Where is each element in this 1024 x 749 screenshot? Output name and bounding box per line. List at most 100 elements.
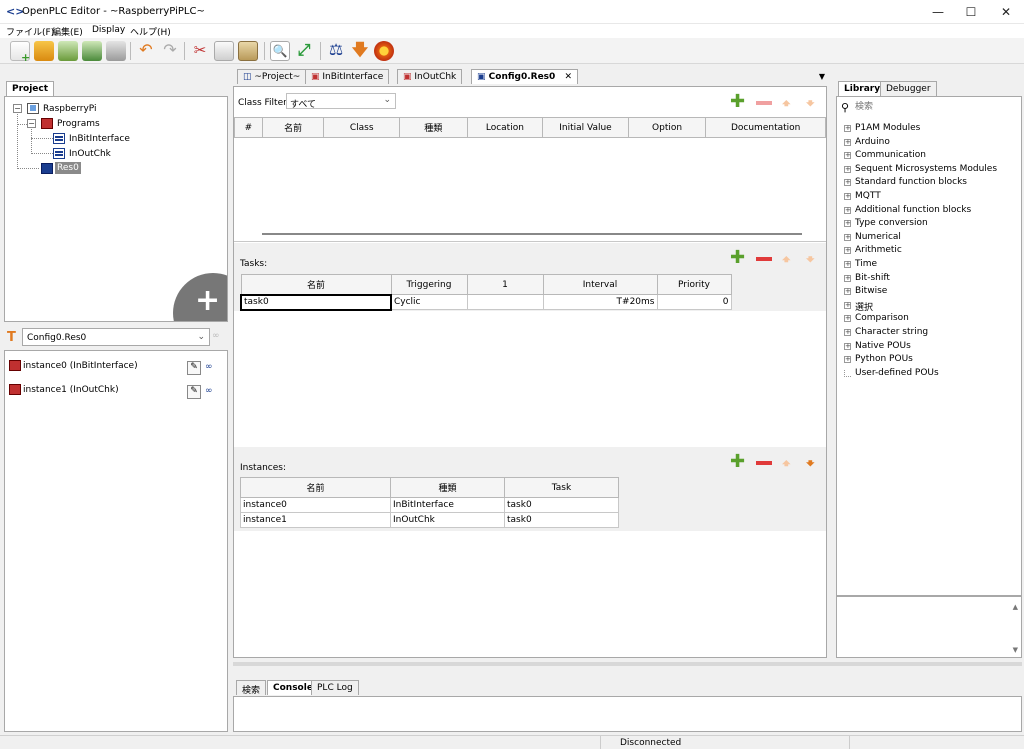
close-tab-icon[interactable]: ✕	[564, 72, 572, 82]
library-item[interactable]: User-defined POUs	[855, 368, 939, 378]
console-output[interactable]	[233, 696, 1022, 732]
tree-item-inoutchk[interactable]: InOutChk	[69, 149, 111, 159]
library-search-input[interactable]	[855, 100, 1015, 114]
bottom-splitter[interactable]	[233, 662, 1022, 666]
table-row[interactable]: task0 Cyclic T#20ms 0	[240, 293, 732, 311]
menu-file[interactable]: ファイル(F)	[6, 25, 54, 38]
library-item[interactable]: Native POUs	[855, 341, 911, 351]
download-icon[interactable]: 🡇	[350, 41, 370, 61]
table-row[interactable]: instance0 InBitInterface task0	[240, 497, 619, 513]
tab-plc-log[interactable]: PLC Log	[311, 680, 359, 695]
task-triggering-cell[interactable]: Cyclic	[390, 294, 468, 310]
add-variable-button[interactable]: ✚	[730, 93, 746, 111]
library-expander[interactable]: +	[844, 206, 851, 214]
library-item[interactable]: Arithmetic	[855, 245, 902, 255]
move-task-up-button[interactable]: 🠹	[782, 249, 798, 268]
inst-type-cell[interactable]: InOutChk	[390, 512, 505, 528]
scroll-down-icon[interactable]: ▼	[1013, 646, 1018, 654]
library-item[interactable]: Sequent Microsystems Modules	[855, 164, 997, 174]
remove-variable-button[interactable]	[756, 101, 772, 105]
tab-project-overview[interactable]: ◫ ~Project~	[237, 69, 307, 84]
move-instance-down-button[interactable]: 🠻	[806, 453, 822, 472]
scroll-up-icon[interactable]: ▲	[1013, 603, 1018, 611]
move-down-button[interactable]: 🠻	[806, 93, 822, 112]
library-expander[interactable]: +	[844, 165, 851, 173]
tree-item-inbitinterface[interactable]: InBitInterface	[69, 134, 130, 144]
library-item[interactable]: Arduino	[855, 137, 890, 147]
new-file-icon[interactable]: +	[10, 41, 30, 64]
print-icon[interactable]	[106, 41, 126, 61]
library-item[interactable]: MQTT	[855, 191, 881, 201]
tab-search[interactable]: 検索	[236, 680, 267, 696]
open-folder-icon[interactable]	[34, 41, 54, 61]
instance-item-0[interactable]: instance0 (InBitInterface)	[23, 361, 138, 371]
edit-icon[interactable]: ✎	[187, 361, 201, 375]
variables-scrollbar[interactable]	[262, 233, 802, 235]
cut-icon[interactable]: ✂	[190, 41, 210, 61]
maximize-icon[interactable]: ☐	[955, 0, 987, 24]
glasses-icon[interactable]: ∞	[212, 331, 220, 341]
add-instance-button[interactable]: ✚	[730, 453, 746, 471]
library-expander[interactable]: +	[844, 356, 851, 364]
move-task-down-button[interactable]: 🠻	[806, 249, 822, 268]
edit-icon[interactable]: ✎	[187, 385, 201, 399]
expander-root[interactable]: −	[13, 104, 22, 113]
instance-item-1[interactable]: instance1 (InOutChk)	[23, 385, 119, 395]
undo-icon[interactable]: ↶	[136, 41, 156, 61]
expander-programs[interactable]: −	[27, 119, 36, 128]
library-item[interactable]: Python POUs	[855, 354, 913, 364]
copy-icon[interactable]	[214, 41, 234, 61]
save-as-icon[interactable]	[82, 41, 102, 61]
config-select[interactable]: Config0.Res0 ⌄	[22, 328, 210, 346]
close-icon[interactable]: ✕	[990, 0, 1022, 24]
inst-name-cell[interactable]: instance0	[240, 497, 391, 513]
task-priority-cell[interactable]: 0	[656, 294, 732, 310]
inst-type-cell[interactable]: InBitInterface	[390, 497, 505, 513]
search-icon[interactable]: 🔍	[270, 41, 290, 61]
move-instance-up-button[interactable]: 🠹	[782, 453, 798, 472]
table-row[interactable]: instance1 InOutChk task0	[240, 512, 619, 528]
library-item[interactable]: Character string	[855, 327, 928, 337]
tab-debugger[interactable]: Debugger	[880, 81, 937, 96]
library-expander[interactable]: +	[844, 138, 851, 146]
task-name-cell[interactable]: task0	[240, 293, 392, 311]
remove-instance-button[interactable]	[756, 461, 772, 465]
inst-task-cell[interactable]: task0	[504, 512, 619, 528]
task-single-cell[interactable]	[466, 294, 544, 310]
library-item[interactable]: Type conversion	[855, 218, 928, 228]
library-expander[interactable]: +	[844, 152, 851, 160]
library-expander[interactable]: +	[844, 274, 851, 282]
glasses-icon[interactable]: ∞	[205, 362, 213, 372]
tab-inoutchk[interactable]: ▣ InOutChk	[397, 69, 463, 84]
library-item[interactable]: Bitwise	[855, 286, 887, 296]
menu-display[interactable]: Display	[92, 25, 125, 35]
remove-task-button[interactable]	[756, 257, 772, 261]
library-expander[interactable]: +	[844, 179, 851, 187]
library-item[interactable]: Standard function blocks	[855, 177, 967, 187]
tree-programs-label[interactable]: Programs	[57, 119, 100, 129]
glasses-icon[interactable]: ∞	[205, 386, 213, 396]
build-settings-icon[interactable]	[374, 41, 394, 61]
library-expander[interactable]: +	[844, 247, 851, 255]
menu-help[interactable]: ヘルプ(H)	[130, 25, 171, 38]
move-up-button[interactable]: 🠹	[782, 93, 798, 112]
library-expander[interactable]: +	[844, 220, 851, 228]
library-expander[interactable]: +	[844, 288, 851, 296]
tab-inbitinterface[interactable]: ▣ InBitInterface	[305, 69, 390, 84]
paste-icon[interactable]	[238, 41, 258, 61]
library-expander[interactable]: +	[844, 301, 851, 309]
fullscreen-icon[interactable]: ⤢	[294, 41, 314, 61]
redo-icon[interactable]: ↷	[160, 41, 180, 61]
library-expander[interactable]: +	[844, 315, 851, 323]
tab-library[interactable]: Library	[838, 81, 887, 96]
library-expander[interactable]: +	[844, 125, 851, 132]
tab-project[interactable]: Project	[6, 81, 55, 96]
class-filter-select[interactable]: すべて ⌄	[286, 93, 396, 110]
library-item[interactable]: Bit-shift	[855, 273, 890, 283]
tree-resource-label[interactable]: Res0	[55, 162, 81, 174]
library-expander[interactable]: +	[844, 193, 851, 200]
library-item[interactable]: Comparison	[855, 313, 909, 323]
menu-edit[interactable]: 編集(E)	[52, 25, 83, 38]
add-task-button[interactable]: ✚	[730, 249, 746, 267]
add-element-button[interactable]: +	[173, 273, 227, 321]
